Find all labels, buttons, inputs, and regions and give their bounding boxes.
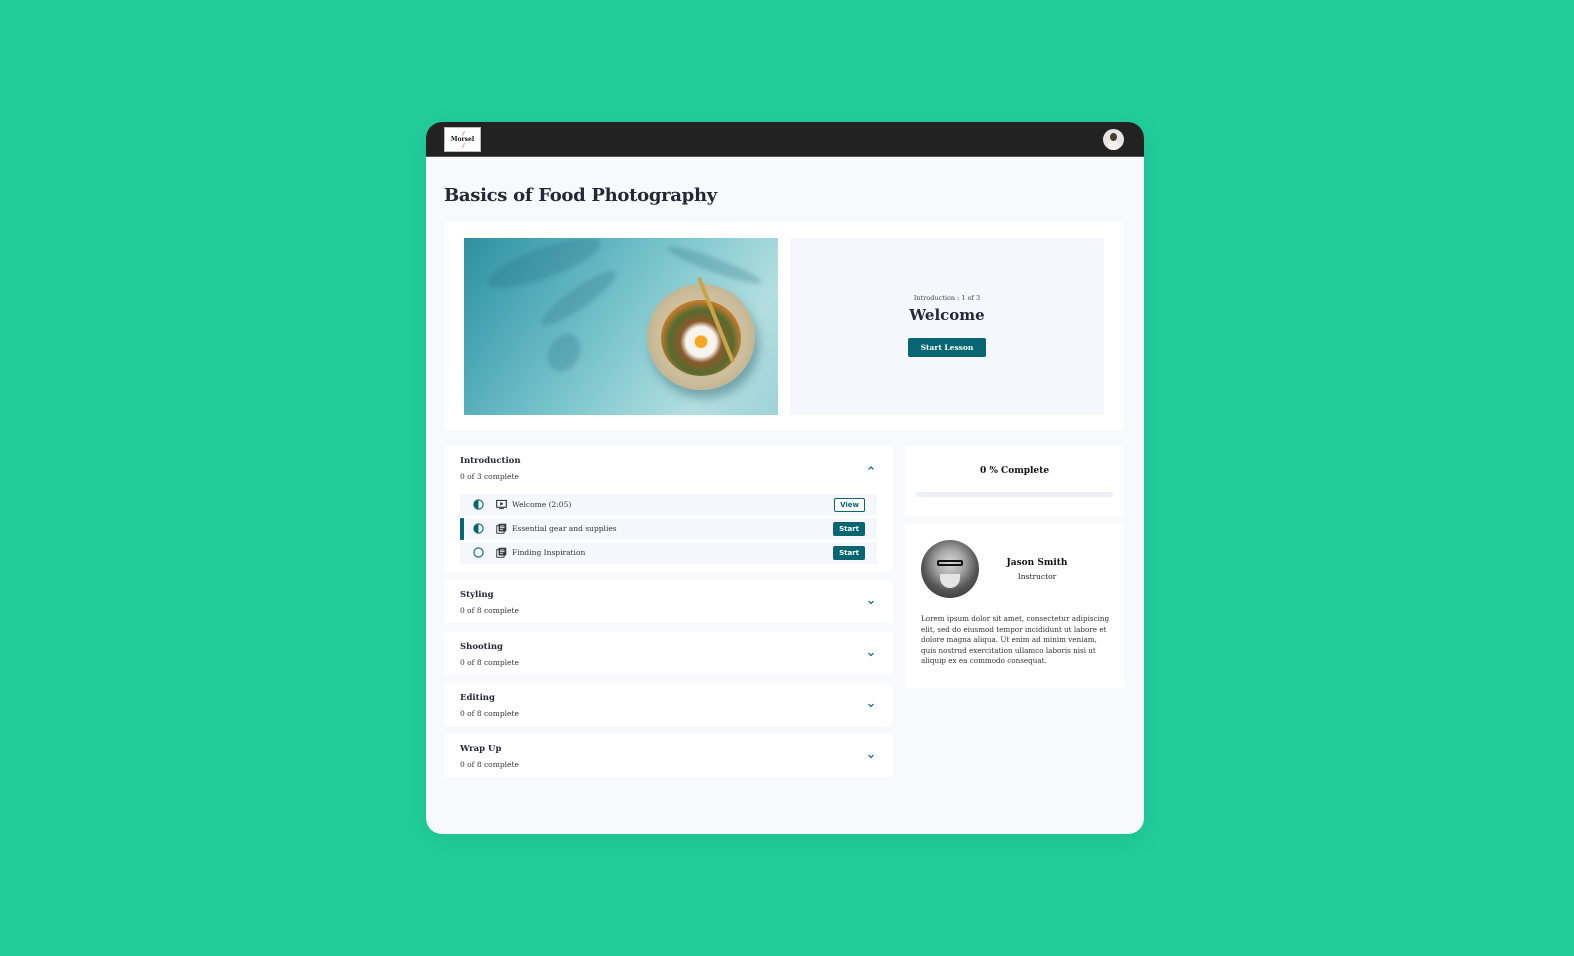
progress-label: 0 % Complete — [979, 466, 1050, 476]
food — [661, 300, 741, 376]
module-title: Shooting — [460, 642, 503, 652]
module-title: Styling — [460, 590, 494, 600]
instructor-name: Jason Smith — [1006, 558, 1068, 568]
lesson-row[interactable]: Essential gear and supplies Start — [460, 518, 877, 540]
reading-icon — [496, 523, 507, 534]
food-bowl-photo — [464, 238, 778, 415]
start-button[interactable]: Start — [833, 522, 865, 536]
lesson-row[interactable]: Welcome (2:05) View — [460, 494, 877, 516]
module-title: Editing — [460, 693, 495, 703]
view-button[interactable]: View — [834, 498, 865, 512]
reading-icon — [496, 547, 507, 558]
module-styling[interactable]: Styling 0 of 8 complete — [444, 580, 893, 623]
user-avatar[interactable] — [1103, 129, 1124, 150]
chevron-down-icon[interactable] — [867, 752, 875, 760]
lesson-context: Introduction : 1 of 3 — [913, 294, 981, 302]
glasses — [937, 560, 963, 566]
paint-streak — [541, 328, 587, 378]
module-count: 0 of 8 complete — [460, 760, 519, 769]
module-count: 0 of 8 complete — [460, 709, 519, 718]
lesson-label: Finding Inspiration — [512, 548, 586, 557]
module-introduction: Introduction 0 of 3 complete Welcome (2:… — [444, 446, 893, 572]
avatar-head — [1110, 133, 1117, 141]
instructor-card: Jason Smith Instructor Lorem ipsum dolor… — [905, 524, 1124, 688]
chevron-up-icon[interactable] — [867, 464, 875, 472]
paint-streak — [664, 241, 764, 289]
chevron-down-icon[interactable] — [867, 650, 875, 658]
module-title: Introduction — [460, 456, 521, 466]
chevron-down-icon[interactable] — [867, 598, 875, 606]
module-count: 0 of 3 complete — [460, 472, 519, 481]
logo-decoration — [461, 143, 466, 148]
video-icon — [496, 499, 507, 510]
module-count: 0 of 8 complete — [460, 658, 519, 667]
chevron-down-icon[interactable] — [867, 701, 875, 709]
half-circle-icon — [473, 523, 484, 534]
start-lesson-button[interactable]: Start Lesson — [908, 338, 986, 357]
module-title: Wrap Up — [460, 744, 502, 754]
beard — [940, 574, 960, 588]
lesson-row[interactable]: Finding Inspiration Start — [460, 542, 877, 564]
top-navbar: Morsel — [426, 122, 1144, 157]
lesson-title: Welcome — [909, 306, 985, 324]
progress-card: 0 % Complete — [905, 446, 1124, 516]
empty-circle-icon — [473, 547, 484, 558]
page-title: Basics of Food Photography — [444, 185, 717, 206]
plate — [647, 284, 755, 390]
current-lesson-panel: Introduction : 1 of 3 Welcome Start Less… — [790, 238, 1104, 415]
half-circle-icon — [473, 499, 484, 510]
start-button[interactable]: Start — [833, 546, 865, 560]
module-editing[interactable]: Editing 0 of 8 complete — [444, 683, 893, 726]
module-wrap-up[interactable]: Wrap Up 0 of 8 complete — [444, 734, 893, 777]
app-window: Morsel Basics of Food Photography Introd… — [426, 122, 1144, 834]
lesson-label: Essential gear and supplies — [512, 524, 617, 533]
instructor-role: Instructor — [1017, 572, 1057, 581]
lesson-label: Welcome (2:05) — [512, 500, 572, 509]
logo-text: Morsel — [450, 136, 475, 143]
progress-bar — [916, 492, 1113, 497]
hero-card: Introduction : 1 of 3 Welcome Start Less… — [444, 222, 1124, 430]
logo[interactable]: Morsel — [444, 127, 481, 152]
instructor-bio: Lorem ipsum dolor sit amet, consectetur … — [921, 614, 1110, 665]
module-shooting[interactable]: Shooting 0 of 8 complete — [444, 632, 893, 675]
instructor-avatar — [921, 540, 979, 598]
module-count: 0 of 8 complete — [460, 606, 519, 615]
avatar-body — [1108, 140, 1119, 150]
lesson-list: Welcome (2:05) View Essential gear and s… — [460, 494, 877, 566]
